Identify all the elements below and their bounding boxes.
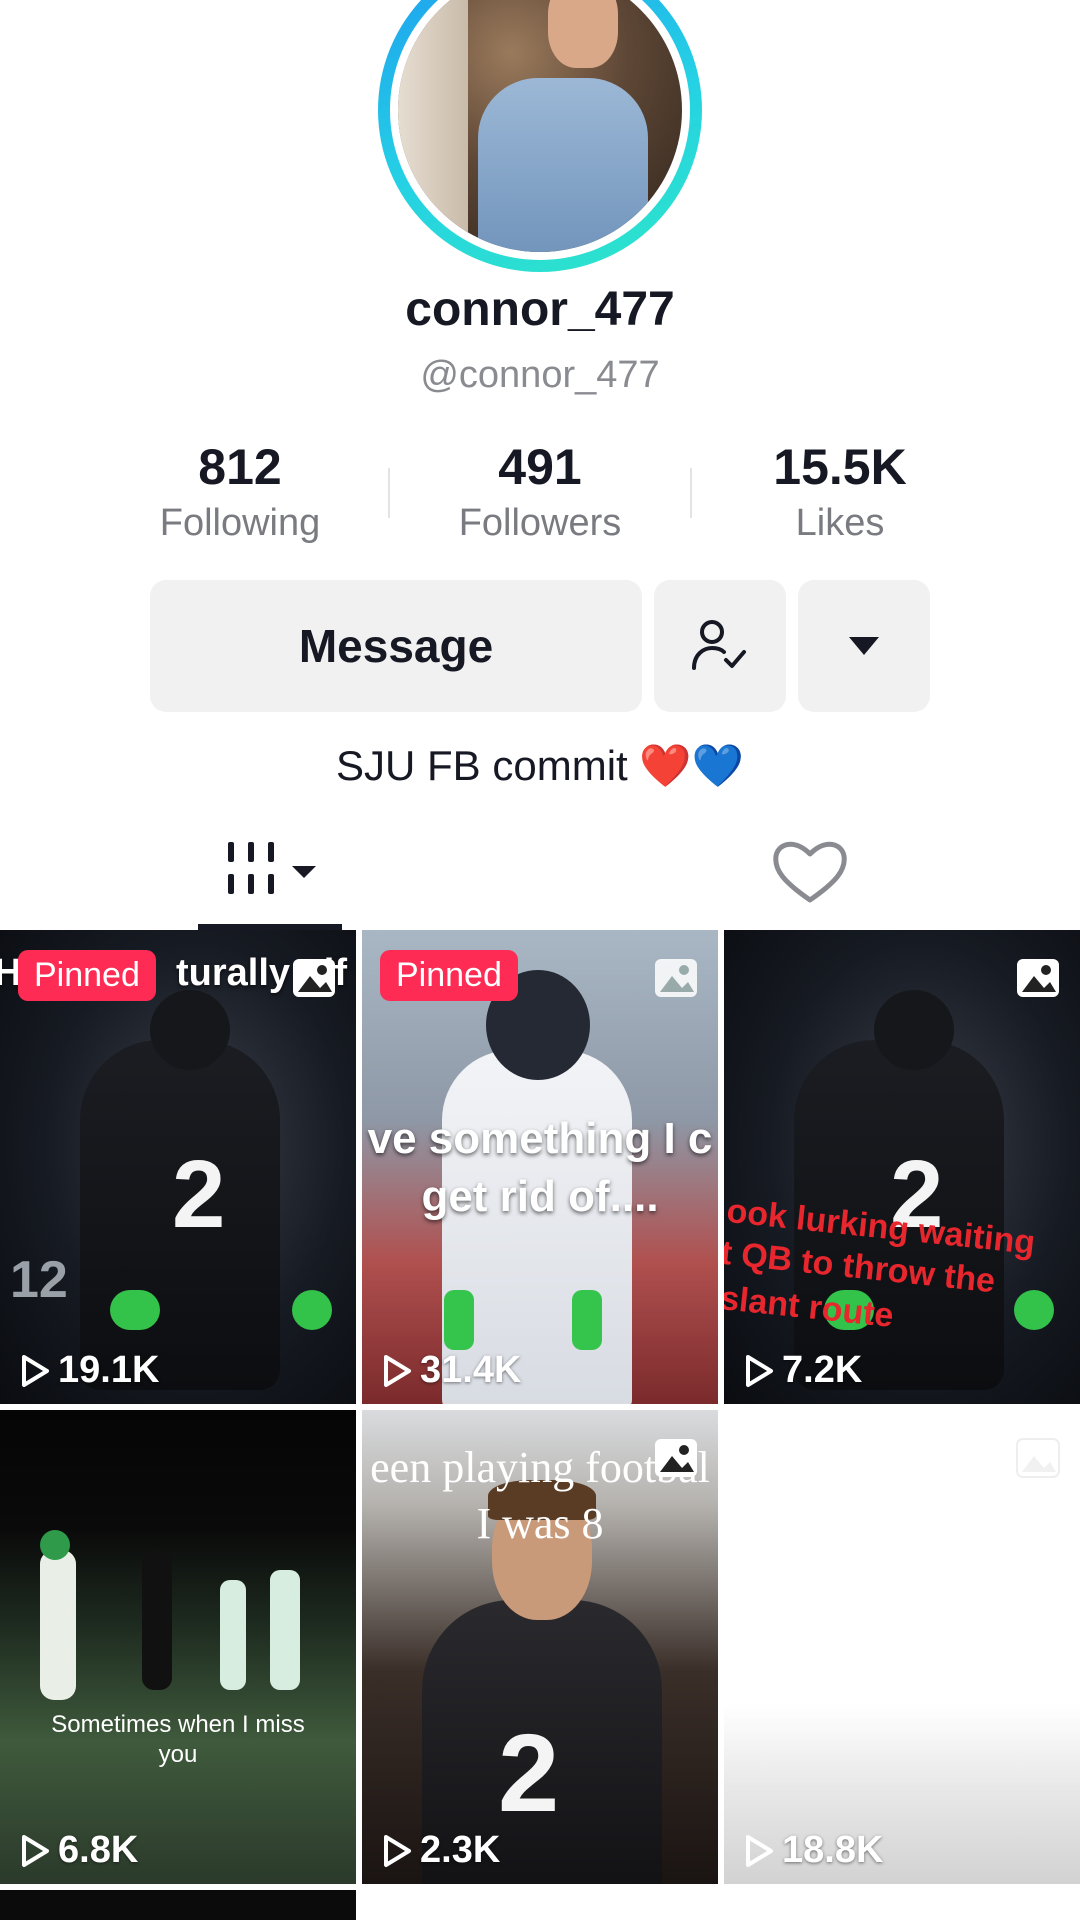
stat-followers[interactable]: 491 Followers	[390, 438, 690, 545]
avatar[interactable]	[390, 0, 690, 260]
stat-following[interactable]: 812 Following	[90, 438, 390, 545]
stat-followers-value: 491	[498, 439, 582, 495]
video-caption-line-2: get rid of....	[421, 1172, 659, 1221]
following-button[interactable]	[654, 580, 786, 712]
video-tile[interactable]: 2 een playing footbal I was 8 2.3K	[362, 1410, 718, 1884]
tab-liked[interactable]	[770, 836, 850, 906]
heart-outline-icon	[773, 841, 847, 903]
photo-icon	[1017, 959, 1059, 997]
photo-icon	[655, 1439, 697, 1477]
video-tile[interactable]: 2 ook lurking waiting t QB to throw the …	[724, 930, 1080, 1404]
play-icon	[384, 1354, 411, 1387]
photo-icon	[655, 959, 697, 997]
play-icon	[746, 1354, 773, 1387]
grid-icon	[228, 842, 316, 894]
caret-down-icon	[849, 637, 879, 655]
video-tile[interactable]: 2 12 H turally gif Pinned 19.1K	[0, 930, 356, 1404]
view-count-value: 31.4K	[420, 1349, 522, 1391]
view-count-value: 7.2K	[782, 1349, 863, 1391]
view-count-value: 6.8K	[58, 1829, 139, 1871]
view-count-value: 19.1K	[58, 1349, 160, 1391]
view-count: 7.2K	[744, 1349, 862, 1392]
display-name: connor_477	[405, 283, 675, 336]
avatar-image	[398, 0, 682, 252]
view-count-value: 2.3K	[420, 1829, 501, 1871]
view-count: 31.4K	[382, 1349, 521, 1392]
pinned-badge: Pinned	[18, 950, 156, 1001]
bio-text: SJU FB commit	[336, 742, 640, 789]
view-count: 6.8K	[20, 1829, 138, 1872]
profile-stats: 812 Following 491 Followers 15.5K Likes	[0, 438, 1080, 548]
video-tile[interactable]: Sometimes when I miss you 6.8K	[0, 1410, 356, 1884]
stat-likes[interactable]: 15.5K Likes	[690, 438, 990, 545]
tab-videos[interactable]	[198, 830, 342, 930]
stat-following-label: Following	[159, 502, 321, 544]
photo-icon	[1016, 1438, 1060, 1478]
play-icon	[384, 1834, 411, 1867]
video-caption-line-1: ve something I c	[367, 1114, 713, 1163]
blue-heart-emoji: 💙	[691, 742, 744, 789]
video-tile-partial[interactable]	[0, 1890, 356, 1920]
view-count: 19.1K	[20, 1349, 159, 1392]
view-count-value: 18.8K	[782, 1829, 884, 1871]
stat-likes-value: 15.5K	[773, 439, 907, 495]
message-button[interactable]: Message	[150, 580, 642, 712]
video-grid: 2 12 H turally gif Pinned 19.1K ve somet…	[0, 930, 1080, 1920]
play-icon	[22, 1834, 49, 1867]
bio: SJU FB commit ❤️💙	[0, 742, 1080, 791]
play-icon	[22, 1354, 49, 1387]
more-options-button[interactable]	[798, 580, 930, 712]
video-caption-line-2: I was 8	[476, 1499, 604, 1548]
username-handle: @connor_477	[420, 354, 660, 396]
play-icon	[746, 1834, 773, 1867]
stat-likes-label: Likes	[795, 502, 885, 544]
pinned-badge: Pinned	[380, 950, 518, 1001]
person-check-icon	[692, 620, 746, 670]
stat-following-value: 812	[198, 439, 282, 495]
stat-followers-label: Followers	[458, 502, 622, 544]
video-caption-line-1: Sometimes when I miss	[51, 1711, 305, 1738]
photo-icon	[293, 959, 335, 997]
video-tile[interactable]: 18.8K	[724, 1410, 1080, 1884]
red-heart-emoji: ❤️	[639, 742, 692, 789]
video-tile[interactable]: ve something I c get rid of.... Pinned 3…	[362, 930, 718, 1404]
avatar-ring[interactable]	[378, 0, 702, 272]
view-count: 18.8K	[744, 1829, 883, 1872]
video-caption-line-2: you	[158, 1741, 198, 1768]
view-count: 2.3K	[382, 1829, 500, 1872]
